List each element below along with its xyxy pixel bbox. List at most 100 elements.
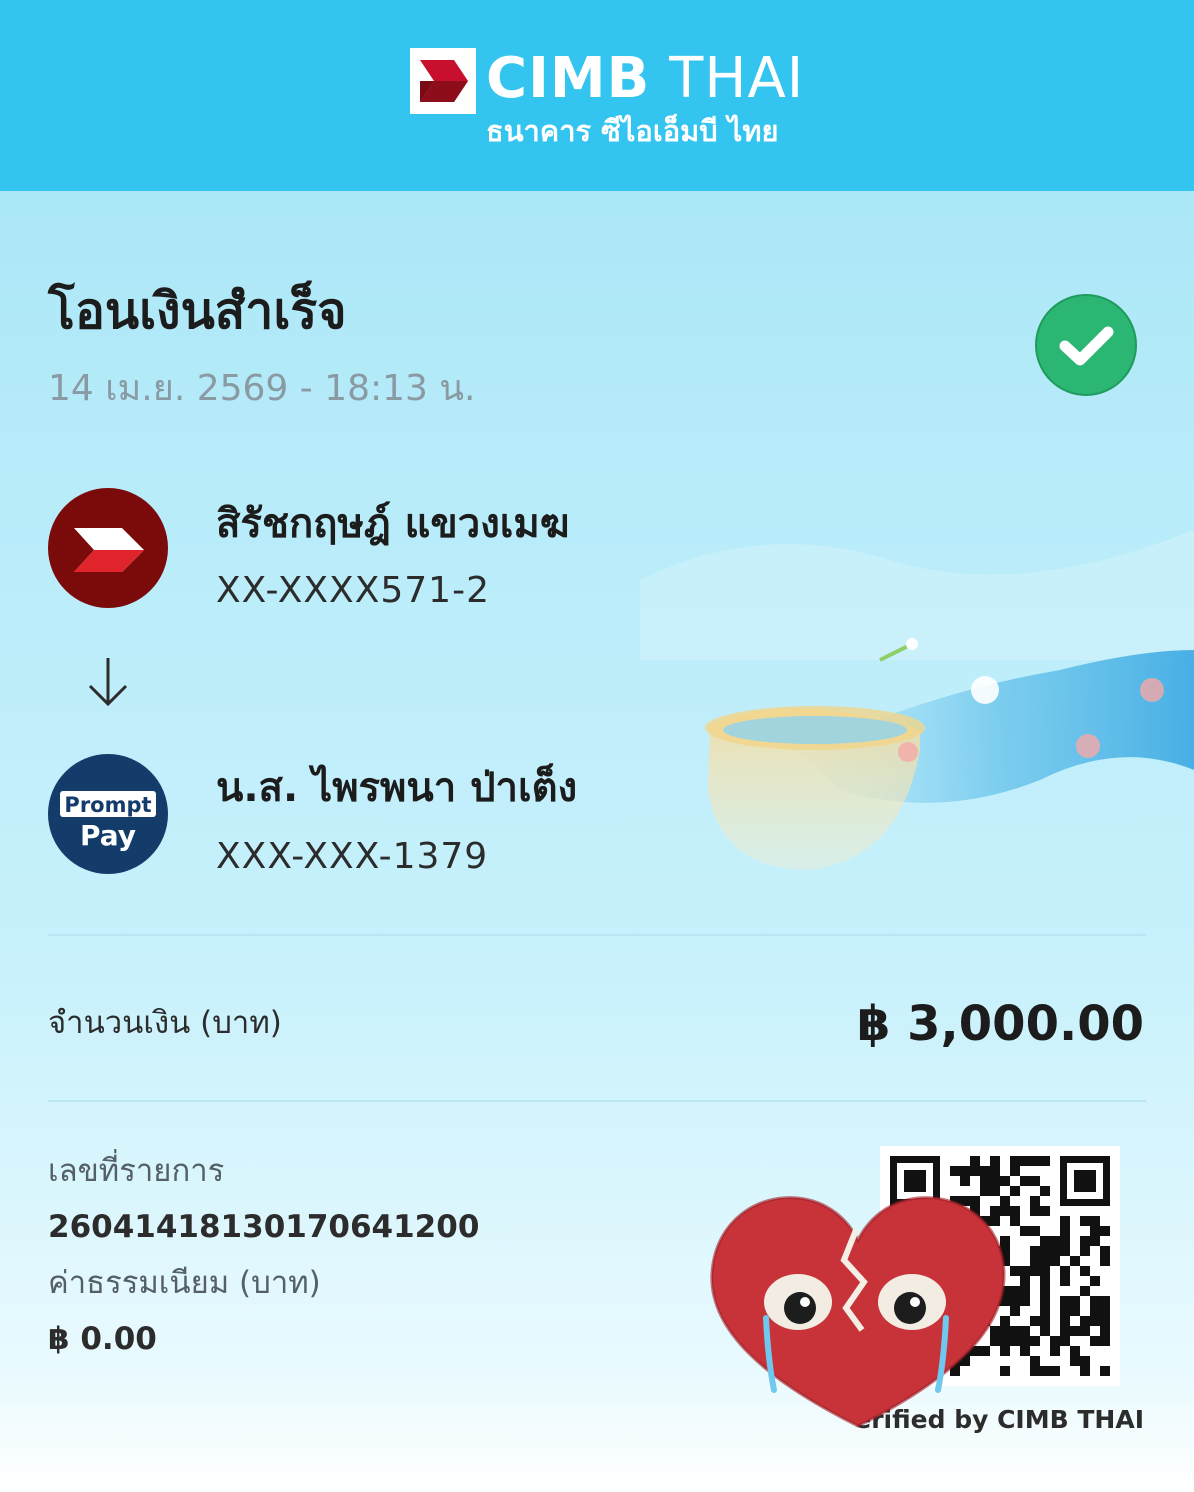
bank-logo-text: CIMB THAI [486,46,805,111]
qr-module [1040,1266,1050,1276]
qr-module [1060,1236,1070,1246]
qr-module [1090,1216,1100,1226]
qr-module [950,1166,960,1176]
qr-module [1060,1326,1070,1336]
qr-module [1060,1316,1070,1326]
qr-module [1040,1276,1050,1286]
qr-module [1090,1296,1100,1306]
promptpay-text-bottom: Pay [80,819,136,852]
qr-module [1100,1296,1110,1306]
qr-module [990,1176,1000,1186]
qr-module [1060,1336,1070,1346]
qr-module [1010,1336,1020,1346]
qr-module [1030,1366,1040,1376]
qr-module [1090,1236,1100,1246]
qr-module [1080,1246,1090,1256]
qr-module [1020,1226,1030,1236]
qr-module [1030,1176,1040,1186]
qr-module [1030,1336,1040,1346]
qr-module [1080,1366,1090,1376]
qr-module [1100,1326,1110,1336]
qr-module [1060,1306,1070,1316]
qr-module [1020,1276,1030,1286]
crying-broken-heart-icon [710,1196,1006,1428]
qr-module [1030,1256,1040,1266]
promptpay-logo-icon: Prompt Pay [48,754,168,874]
qr-module [1030,1266,1040,1276]
promptpay-text-top: Prompt [64,793,151,817]
qr-module [1020,1176,1030,1186]
qr-module [1080,1326,1090,1336]
divider [48,1100,1146,1102]
qr-module [1010,1186,1020,1196]
reference-number: 2604141813017064120​0 [48,1209,480,1245]
qr-module [1030,1356,1040,1366]
qr-module [1040,1256,1050,1266]
qr-module [1040,1286,1050,1296]
qr-module [990,1166,1000,1176]
qr-module [1030,1246,1040,1256]
qr-module [1100,1366,1110,1376]
receiver-account: XXX-XXX-1379 [216,836,489,877]
qr-module [1040,1326,1050,1336]
qr-module [1020,1286,1030,1296]
qr-module [1030,1316,1040,1326]
qr-module [1080,1316,1090,1326]
divider [48,934,1146,936]
qr-module [1090,1316,1100,1326]
songkran-water-bowl-illustration [640,530,1194,870]
qr-module [980,1176,990,1186]
qr-module [1010,1306,1020,1316]
qr-module [1060,1216,1070,1226]
qr-module [1030,1206,1040,1216]
qr-module [1060,1296,1070,1306]
qr-module [1020,1266,1030,1276]
qr-module [1040,1206,1050,1216]
qr-module [1070,1326,1080,1336]
qr-module [1050,1236,1060,1246]
qr-module [1030,1196,1040,1206]
qr-module [1080,1286,1090,1296]
receiver-name: น.ส. ไพรพนา ป่าเต็ง [216,765,578,811]
qr-module [1010,1206,1020,1216]
qr-module [1060,1276,1070,1286]
qr-module [1010,1266,1020,1276]
qr-module [1040,1296,1050,1306]
qr-module [1080,1266,1090,1276]
qr-module [1100,1336,1110,1346]
qr-module [1040,1236,1050,1246]
qr-module [1020,1346,1030,1356]
qr-module [1010,1296,1020,1306]
amount-label: จำนวนเงิน (บาท) [48,1005,282,1041]
arrow-down-icon [88,658,128,707]
qr-module [1020,1326,1030,1336]
qr-module [1010,1326,1020,1336]
cimb-chevron-icon [410,48,476,114]
qr-module [1090,1276,1100,1286]
qr-module [1070,1256,1080,1266]
qr-module [1050,1346,1060,1356]
qr-module [1100,1316,1110,1326]
fee-label: ค่าธรรมเนียม (บาท) [48,1265,321,1301]
qr-module [1100,1226,1110,1236]
qr-module [1010,1216,1020,1226]
qr-module [960,1166,970,1176]
header-banner: CIMB THAI ธนาคาร ซีไอเอ็มบี ไทย [0,0,1194,191]
qr-module [1050,1256,1060,1266]
qr-module [1100,1246,1110,1256]
qr-module [1040,1366,1050,1376]
qr-module [1100,1256,1110,1266]
check-circle-icon [1035,294,1137,396]
qr-module [1030,1156,1040,1166]
qr-module [1070,1306,1080,1316]
qr-module [1020,1336,1030,1346]
qr-module [1040,1186,1050,1196]
qr-module [1090,1226,1100,1236]
qr-module [1020,1296,1030,1306]
qr-module [960,1176,970,1186]
qr-module [1080,1236,1090,1246]
transfer-slip: CIMB THAI ธนาคาร ซีไอเอ็มบี ไทย โอนเงินส… [0,0,1194,1492]
amount-value: ฿ 3,000.00 [857,996,1144,1052]
qr-module [1050,1336,1060,1346]
sender-account: XX-XXXX571-2 [216,570,490,611]
